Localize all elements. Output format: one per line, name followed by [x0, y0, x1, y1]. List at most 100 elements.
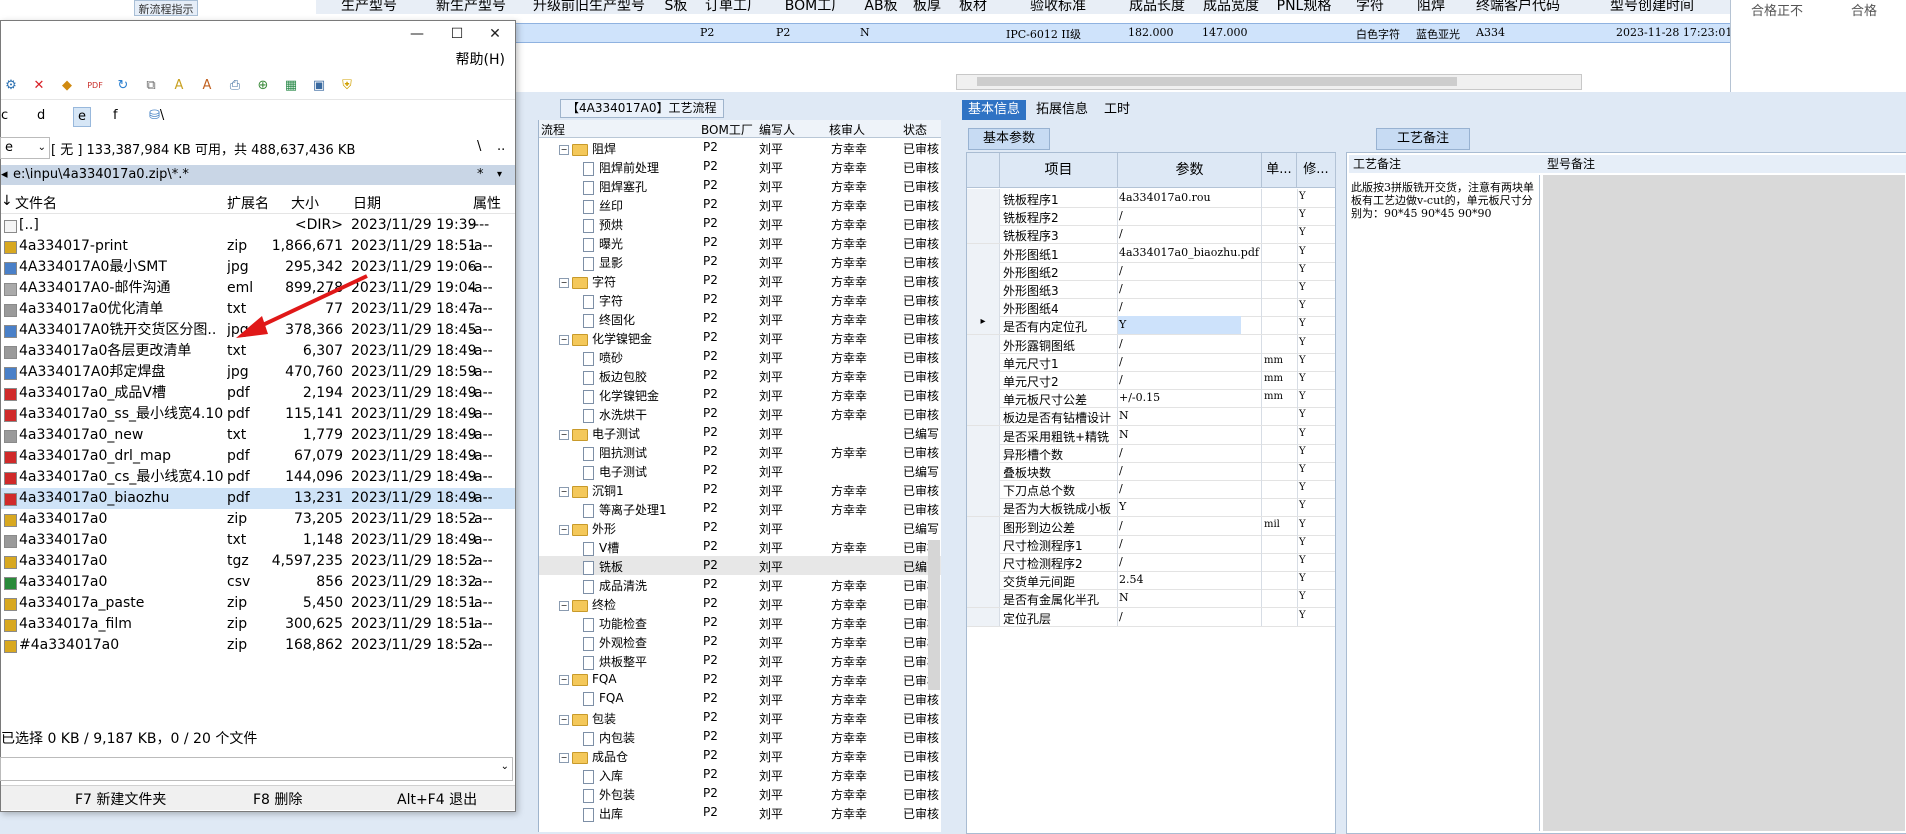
pdf-icon[interactable]: PDF	[87, 78, 103, 94]
param-value[interactable]: /	[1119, 264, 1123, 277]
param-value[interactable]: /	[1119, 300, 1123, 313]
file-row[interactable]: 4a334017a0 zip 73,205 2023/11/29 18:52 -a--	[1, 509, 515, 530]
param-row[interactable]: 外形图纸4 / Y	[967, 298, 1335, 318]
param-row[interactable]: 单元尺寸1 / mm Y	[967, 352, 1335, 372]
param-value[interactable]: /	[1119, 282, 1123, 295]
param-row[interactable]: 异形槽个数 / Y	[967, 443, 1335, 463]
col-size[interactable]: 大小	[291, 193, 319, 213]
collapse-toggle-icon[interactable]: −	[559, 486, 569, 497]
flow-col-process[interactable]: 流程	[541, 121, 565, 138]
row-header[interactable]	[967, 607, 1000, 626]
file-row[interactable]: 4a334017a0_成品V槽 pdf 2,194 2023/11/29 18:49-…	[1, 383, 515, 404]
flow-row[interactable]: 阻抗测试 P2 刘平 方幸幸 已审核	[539, 442, 941, 461]
window-titlebar[interactable]: — ☐ ✕	[1, 21, 515, 47]
param-value[interactable]: /	[1119, 446, 1123, 459]
close-button[interactable]: ✕	[475, 23, 515, 45]
flow-row[interactable]: 外观检查 P2 刘平 方幸幸 已审核	[539, 632, 941, 651]
text-icon[interactable]: A	[171, 78, 187, 94]
file-row[interactable]: 4a334017a0_ss_最小线宽4.100 pdf 115,141 2023/11…	[1, 404, 515, 425]
flow-row[interactable]: 终固化 P2 刘平 方幸幸 已审核	[539, 309, 941, 328]
flow-row[interactable]: − 沉铜1 P2 刘平 方幸幸 已审核	[539, 480, 941, 499]
tab-basic-params[interactable]: 基本参数	[968, 128, 1051, 150]
row-header[interactable]	[967, 243, 1000, 262]
tab-process-notes[interactable]: 工艺备注	[1376, 128, 1471, 150]
model-note-area[interactable]	[1543, 175, 1905, 831]
collapse-toggle-icon[interactable]: −	[559, 674, 569, 685]
param-value[interactable]: /	[1119, 209, 1123, 222]
param-value[interactable]: /	[1119, 610, 1123, 623]
flow-row[interactable]: 阻焊塞孔 P2 刘平 方幸幸 已审核	[539, 176, 941, 195]
row-header[interactable]	[967, 498, 1000, 517]
exit-button[interactable]: Alt+F4 退出	[397, 789, 477, 809]
row-header[interactable]	[967, 371, 1000, 389]
grid-header-2[interactable]: 升级前旧生产型号	[520, 0, 659, 14]
flow-row[interactable]: − 化学镍钯金 P2 刘平 方幸幸 已审核	[539, 328, 941, 347]
param-row[interactable]: 单元板尺寸公差 +/-0.15 mm Y	[967, 389, 1335, 409]
sheet-icon[interactable]: ▦	[283, 78, 299, 94]
param-value[interactable]: /	[1119, 373, 1123, 386]
flow-row[interactable]: 电子测试 P2 刘平 已编写	[539, 461, 941, 480]
flow-row[interactable]: 铣板 P2 刘平 已编写	[539, 556, 941, 575]
col-date[interactable]: 日期	[353, 193, 381, 213]
refresh-icon[interactable]: ↻	[115, 78, 131, 94]
param-value[interactable]: /	[1119, 227, 1123, 240]
param-row[interactable]: 铣板程序2 / Y	[967, 207, 1335, 227]
param-row[interactable]: ▸ 是否有内定位孔 Y Y	[967, 316, 1335, 336]
flow-row[interactable]: − 阻焊 P2 刘平 方幸幸 已审核	[539, 138, 941, 157]
grid-header-10[interactable]: 成品长度	[1120, 0, 1195, 14]
row-header[interactable]	[967, 407, 1000, 426]
grid-header-14[interactable]: 阻焊	[1400, 0, 1463, 14]
tab-work-hours[interactable]: 工时	[1098, 100, 1136, 120]
row-header[interactable]	[967, 298, 1000, 317]
row-header[interactable]	[967, 571, 1000, 590]
row-header[interactable]	[967, 352, 1000, 371]
grid-header-11[interactable]: 成品宽度	[1194, 0, 1269, 14]
param-row[interactable]: 板边是否有钻槽设计 N Y	[967, 407, 1335, 427]
file-row[interactable]: 4a334017a0_new txt 1,779 2023/11/29 18:49 -a…	[1, 425, 515, 446]
minimize-button[interactable]: —	[397, 23, 437, 45]
param-row[interactable]: 是否为大板铣成小板 Y Y	[967, 498, 1335, 518]
grid-header-3[interactable]: S板	[658, 0, 695, 14]
grid-header-13[interactable]: 字符	[1340, 0, 1401, 14]
flow-vertical-scrollbar[interactable]	[928, 540, 940, 690]
flow-row[interactable]: 出库 P2 刘平 方幸幸 已审核	[539, 803, 941, 822]
file-row[interactable]: 4a334017a0 csv 856 2023/11/29 18:32 -a--	[1, 572, 515, 593]
grid-data-row[interactable]: P2 P2 N IPC-6012 II级 182.000 147.000 白色字…	[316, 23, 1732, 43]
flow-row[interactable]: 丝印 P2 刘平 方幸幸 已审核	[539, 195, 941, 214]
new-folder-button[interactable]: F7 新建文件夹	[75, 789, 166, 809]
collapse-toggle-icon[interactable]: −	[559, 334, 569, 345]
drive-d[interactable]: d	[37, 107, 45, 125]
pack-icon[interactable]: ◆	[59, 78, 75, 94]
file-row[interactable]: #4a334017a0 zip 168,862 2023/11/29 18:52 -a-…	[1, 635, 515, 656]
delete-icon[interactable]: ✕	[31, 78, 47, 94]
row-header[interactable]	[967, 480, 1000, 499]
grid-header-1[interactable]: 新生产型号	[422, 0, 521, 14]
flow-row[interactable]: FQA P2 刘平 方幸幸 已审核	[539, 689, 941, 708]
grid-header-16[interactable]: 型号创建时间	[1574, 0, 1731, 14]
file-row[interactable]: 4a334017a0 tgz 4,597,235 2023/11/29 18:52 -a…	[1, 551, 515, 572]
params-header-param[interactable]: 参数	[1118, 153, 1262, 188]
file-row[interactable]: 4a334017a0各层更改清单 txt 6,307 2023/11/29 18:49…	[1, 341, 515, 362]
row-header[interactable]	[967, 425, 1000, 444]
flow-row[interactable]: 板边包胶 P2 刘平 方幸幸 已审核	[539, 366, 941, 385]
param-row[interactable]: 铣板程序3 / Y	[967, 225, 1335, 245]
flow-row[interactable]: 入库 P2 刘平 方幸幸 已审核	[539, 765, 941, 784]
flow-row[interactable]: 预烘 P2 刘平 方幸幸 已审核	[539, 214, 941, 233]
param-value[interactable]: 4a334017a0.rou	[1119, 191, 1211, 204]
file-row[interactable]: 4a334017a_paste zip 5,450 2023/11/29 18:51-…	[1, 593, 515, 614]
col-attr[interactable]: 属性	[473, 193, 501, 213]
process-note-text[interactable]: 此版按3拼版铣开交货，注意有两块单板有工艺边做v-cut的，单元板尺寸分别为：9…	[1351, 181, 1535, 220]
row-header[interactable]	[967, 225, 1000, 244]
flow-col-status[interactable]: 状态	[903, 121, 927, 138]
row-header[interactable]	[967, 261, 1000, 280]
param-value[interactable]: N	[1119, 409, 1129, 422]
file-row[interactable]: 4a334017a0_drl_map pdf 67,079 2023/11/29 18…	[1, 446, 515, 467]
param-row[interactable]: 叠板块数 / Y	[967, 462, 1335, 481]
param-value[interactable]: /	[1119, 537, 1123, 550]
row-header[interactable]	[967, 589, 1000, 608]
flow-row[interactable]: − 成品仓 P2 刘平 方幸幸 已审核	[539, 746, 941, 765]
drive-e[interactable]: e	[73, 107, 91, 127]
flow-row[interactable]: 字符 P2 刘平 方幸幸 已审核	[539, 290, 941, 309]
root-button[interactable]: \	[477, 139, 481, 154]
drive-c[interactable]: c	[1, 107, 8, 125]
